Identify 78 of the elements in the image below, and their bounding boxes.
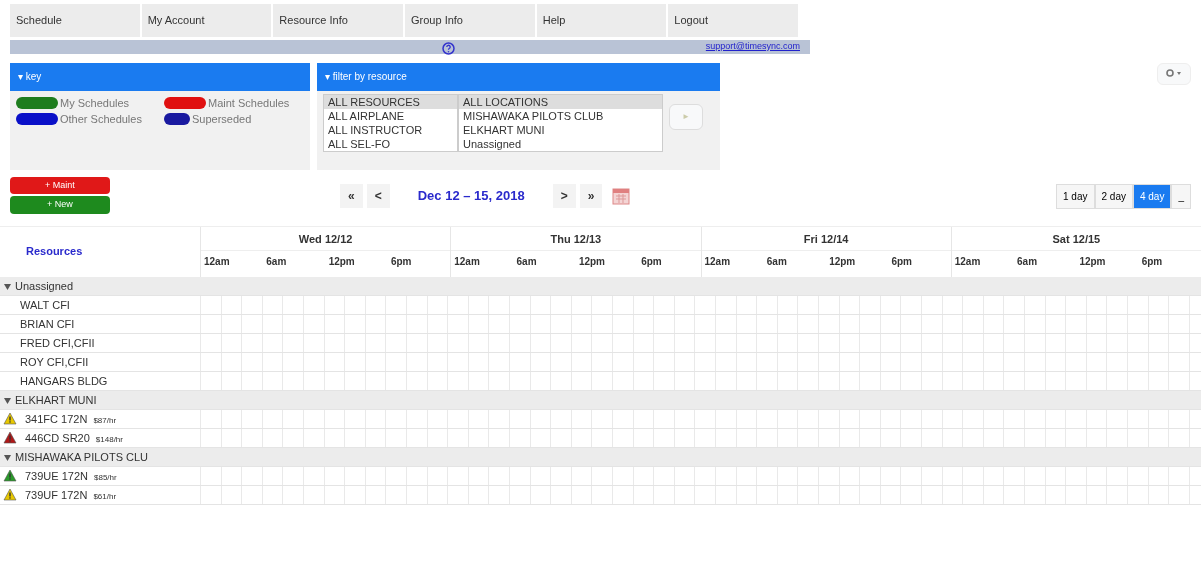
resource-name[interactable]: ROY CFI,CFII	[20, 355, 89, 368]
caret-icon[interactable]	[4, 283, 11, 290]
rate-label: $85/hr	[94, 472, 117, 482]
calendar-icon[interactable]	[612, 187, 631, 206]
caret-icon[interactable]	[4, 397, 11, 404]
hour-label: 6am	[265, 254, 288, 269]
hour-label: 6pm	[640, 254, 663, 269]
list-option[interactable]: ALL LOCATIONS	[459, 94, 662, 109]
menu-item[interactable]: Resource Info	[273, 4, 405, 37]
menu-item[interactable]: My Account	[141, 4, 274, 37]
rate-label: $87/hr	[93, 415, 117, 425]
menu-item[interactable]: Schedule	[10, 4, 142, 37]
hour-label: 6am	[765, 254, 788, 269]
resource-name[interactable]: 446CD SR20	[25, 431, 90, 444]
first-button[interactable]: «	[340, 184, 363, 208]
list-box[interactable]: ALL LOCATIONS MISHAWAKA PILOTS CLUB ELKHART MUNI Unassigned	[458, 93, 663, 152]
hour-label: 12pm	[828, 254, 857, 269]
add-maint-button[interactable]: + Maint	[10, 176, 110, 194]
view-button[interactable]: 4 day	[1132, 183, 1172, 209]
hour-label: 12pm	[577, 254, 606, 269]
hour-label: 6pm	[1140, 254, 1164, 269]
prev-button[interactable]: <	[366, 184, 390, 208]
panel-header[interactable]: ▾ key	[10, 62, 310, 91]
legend-label: Maint Schedules	[208, 95, 290, 111]
group-header[interactable]: Unassigned	[15, 279, 74, 292]
resource-name[interactable]: FRED CFI,CFII	[20, 336, 95, 349]
legend-label: My Schedules	[60, 95, 130, 111]
menu-item[interactable]: Group Info	[405, 4, 537, 37]
day-header: Sat 12/15	[951, 226, 1201, 251]
view-button[interactable]: 1 day	[1056, 183, 1095, 209]
list-option[interactable]: Unassigned	[459, 136, 662, 151]
day-header: Thu 12/13	[451, 226, 701, 251]
resource-name[interactable]: 739UF 172N	[25, 488, 88, 501]
menu-item[interactable]: Help	[536, 4, 669, 37]
view-button[interactable]: 2 day	[1094, 183, 1133, 209]
settings-icon	[1166, 69, 1182, 78]
panel-header[interactable]: ▾ filter by resource	[317, 62, 720, 91]
resource-name[interactable]: WALT CFI	[20, 298, 70, 311]
hour-label: 12am	[453, 254, 481, 269]
hour-label: 6am	[1016, 254, 1039, 269]
hour-label: 6pm	[890, 254, 913, 269]
legend-label: Superseded	[192, 112, 252, 127]
menu-item[interactable]: Logout	[668, 4, 801, 37]
rate-label: $148/hr	[95, 434, 123, 444]
list-option[interactable]: ALL RESOURCES	[324, 94, 457, 109]
legend-label: Other Schedules	[60, 112, 142, 127]
resource-name[interactable]: 341FC 172N	[25, 412, 88, 425]
group-header[interactable]: MISHAWAKA PILOTS CLU	[15, 450, 149, 463]
day-header: Wed 12/12	[201, 226, 451, 251]
resource-name[interactable]: HANGARS BLDG	[20, 374, 108, 387]
list-option[interactable]: ALL AIRPLANE	[324, 108, 457, 123]
rate-label: $61/hr	[93, 491, 117, 501]
date-range: Dec 12 – 15, 2018	[417, 187, 525, 206]
hour-label: 12pm	[327, 254, 356, 269]
column-header: Resources	[26, 244, 83, 260]
hour-label: 12am	[203, 254, 231, 269]
next-button[interactable]: >	[552, 184, 576, 208]
list-option[interactable]: MISHAWAKA PILOTS CLUB	[459, 108, 662, 123]
day-header: Fri 12/14	[701, 226, 951, 251]
hour-label: 12pm	[1078, 254, 1107, 269]
hour-label: 6am	[515, 254, 538, 269]
help-icon[interactable]	[442, 42, 455, 56]
list-option[interactable]: ALL INSTRUCTOR	[324, 122, 457, 137]
list-option[interactable]: ALL SEL-FO	[324, 136, 457, 151]
add-new-button[interactable]: + New	[10, 196, 110, 214]
view-button[interactable]: _	[1171, 183, 1191, 209]
email-link[interactable]: support@timesync.com	[705, 39, 810, 54]
caret-icon[interactable]	[4, 454, 11, 461]
resource-name[interactable]: 739UE 172N	[25, 469, 88, 482]
list-option[interactable]: ELKHART MUNI	[459, 122, 662, 137]
settings-button[interactable]	[1157, 62, 1191, 85]
last-button[interactable]: »	[579, 184, 603, 208]
list-box[interactable]: ALL RESOURCES ALL AIRPLANE ALL INSTRUCTOR ALL SEL-FO	[323, 93, 458, 152]
group-header[interactable]: ELKHART MUNI	[15, 393, 97, 406]
resource-name[interactable]: BRIAN CFI	[20, 317, 75, 330]
hour-label: 12am	[953, 254, 982, 269]
hour-label: 6pm	[389, 254, 413, 269]
hour-label: 12am	[703, 254, 732, 269]
